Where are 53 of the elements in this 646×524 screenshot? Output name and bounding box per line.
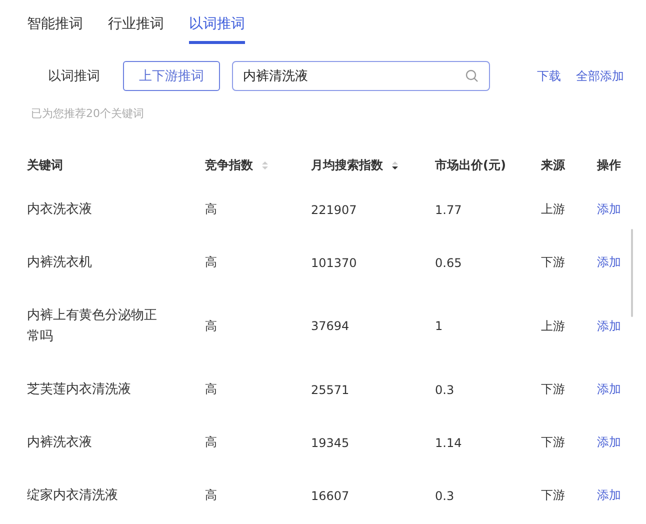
add-link[interactable]: 添加 [597,434,621,451]
table-cell: 1.77 [435,202,462,216]
column-header: 竞争指数 [205,156,253,174]
add-link[interactable]: 添加 [597,254,621,271]
column-header: 来源 [541,156,565,174]
column-header: 市场出价(元) [435,156,506,174]
sort-icon[interactable] [391,160,399,170]
table-cell-text: 内裤上有黄色分泌物正常吗 [27,307,158,346]
table-cell: 高 [205,318,217,334]
table-cell: 101370 [311,256,357,270]
tab[interactable]: 行业推词 [108,15,164,44]
table-cell-text: 绽家内衣清洗液 [27,487,119,505]
add-link[interactable]: 添加 [597,487,621,504]
table-cell-text: 芝芙莲内衣清洗液 [27,381,132,399]
table-cell: 高 [205,201,217,218]
table-cell: 0.65 [435,256,462,270]
scrollbar[interactable] [631,229,633,317]
table-cell: 上游 [541,318,565,334]
table-cell: 高 [205,487,217,504]
table-cell: 1 [435,319,443,333]
column-header: 关键词 [27,156,63,174]
search-field[interactable]: 内裤清洗液 [232,61,490,91]
tab[interactable]: 以词推词 [189,15,245,44]
add-link[interactable]: 添加 [597,381,621,398]
action-link[interactable]: 下载 [537,68,561,84]
table-cell: 0.3 [435,382,454,396]
recommend-count: 已为您推荐20个关键词 [31,106,145,121]
action-link[interactable]: 全部添加 [576,68,624,84]
mode-button[interactable]: 上下游推词 [123,61,220,91]
column-header: 月均搜索指数 [311,156,383,174]
add-link[interactable]: 添加 [597,318,621,334]
table-cell: 1.14 [435,436,462,450]
table-cell-text: 内裤洗衣液 [27,434,93,452]
table-cell-text: 内衣洗衣液 [27,201,93,219]
table-cell: 16607 [311,488,350,502]
table-cell: 高 [205,254,217,271]
table-cell: 下游 [541,254,565,271]
column-header: 操作 [597,156,621,174]
add-link[interactable]: 添加 [597,201,621,218]
table-cell: 下游 [541,434,565,451]
table-cell: 高 [205,434,217,451]
search-icon [465,69,479,83]
table-cell: 0.3 [435,488,454,502]
table-cell: 19345 [311,436,350,450]
table-cell: 37694 [311,319,350,333]
table-cell: 下游 [541,487,565,504]
table-cell: 221907 [311,202,357,216]
table-cell-text: 内裤洗衣机 [27,254,93,272]
table-cell: 上游 [541,201,565,218]
table-cell: 25571 [311,382,350,396]
table-cell: 下游 [541,381,565,398]
tab[interactable]: 智能推词 [27,15,83,44]
table-cell: 高 [205,381,217,398]
